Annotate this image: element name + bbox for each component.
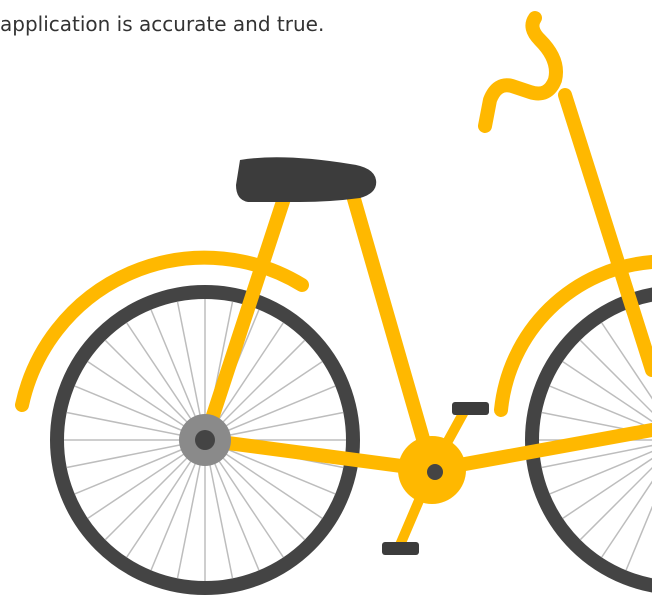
saddle: [236, 157, 377, 202]
front-spoke: [579, 466, 652, 541]
chainring-bolt: [427, 464, 443, 480]
chain-stay: [198, 433, 439, 477]
bicycle-illustration: [15, 11, 652, 595]
handlebar: [478, 11, 563, 133]
seat-tube: [343, 178, 439, 477]
page: application is accurate and true.: [0, 0, 652, 601]
pedal-lower: [382, 542, 419, 555]
bike-frame: [198, 11, 652, 477]
rear-hub-center: [195, 430, 215, 450]
front-spoke: [601, 480, 652, 558]
front-spoke: [625, 505, 652, 571]
pedal-upper: [452, 402, 489, 415]
crankset: [382, 402, 489, 555]
front-spoke: [562, 457, 652, 519]
